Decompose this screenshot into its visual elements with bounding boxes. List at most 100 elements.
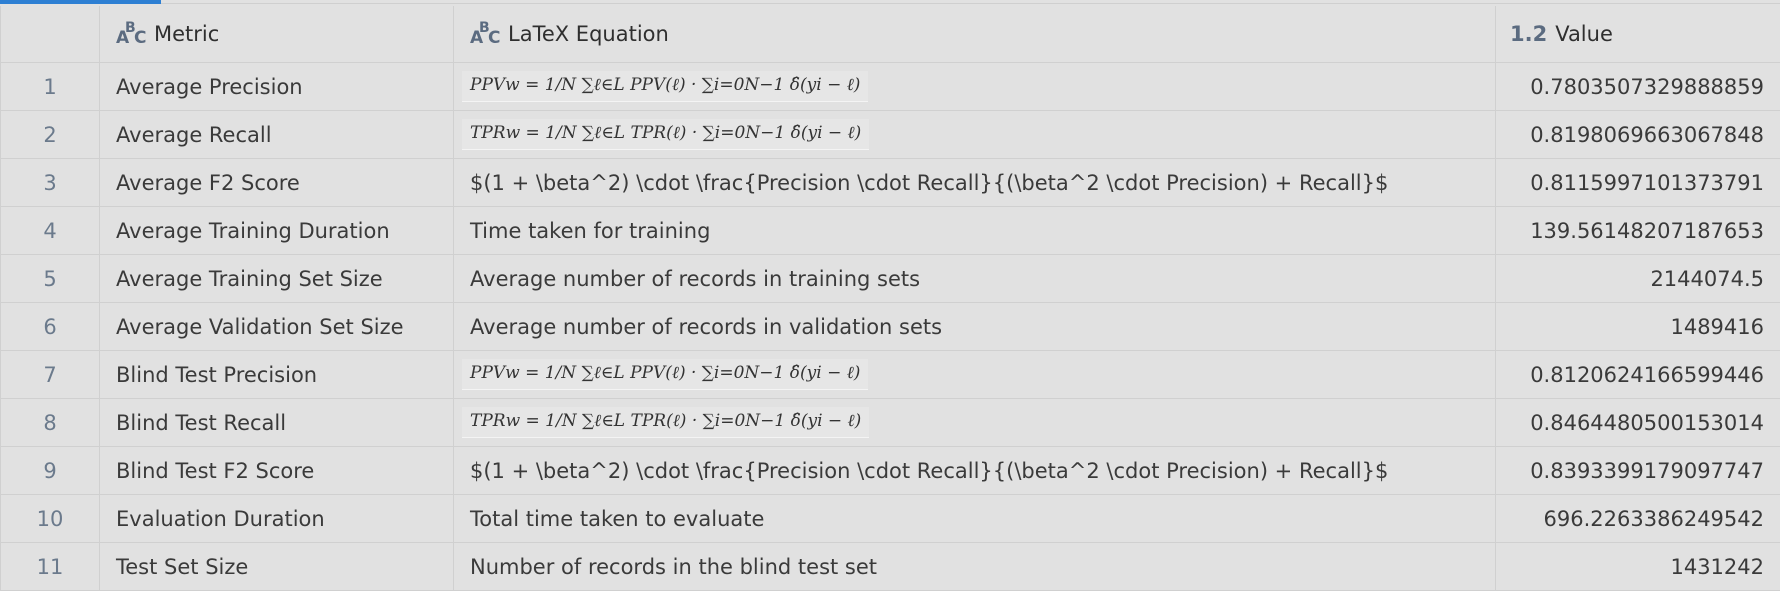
index-column-header[interactable] <box>0 6 100 62</box>
row-index-cell: 4 <box>0 207 100 254</box>
metric-cell[interactable]: Average Recall <box>100 111 454 158</box>
row-index: 11 <box>36 554 64 579</box>
value-cell[interactable]: 1431242 <box>1496 543 1780 590</box>
row-index: 6 <box>43 314 57 339</box>
metric-cell[interactable]: Evaluation Duration <box>100 495 454 542</box>
equation-formula: TPRw = 1/N ∑ℓ∈L TPR(ℓ) · ∑i=0N−1 δ̂(yi −… <box>462 407 870 438</box>
table-row[interactable]: 5 Average Training Set Size Average number… <box>0 255 1780 303</box>
metric-column-label: Metric <box>154 22 220 46</box>
value-text: 1489416 <box>1670 314 1764 339</box>
value-cell[interactable]: 0.8120624166599446 <box>1496 351 1780 398</box>
value-text: 0.7803507329888859 <box>1530 74 1764 99</box>
equation-cell[interactable]: Average number of records in validation … <box>454 303 1496 350</box>
equation-text: Total time taken to evaluate <box>470 506 765 531</box>
table-row[interactable]: 3 Average F2 Score $(1 + \beta^2) \cdot \f… <box>0 159 1780 207</box>
equation-cell[interactable]: TPRw = 1/N ∑ℓ∈L TPR(ℓ) · ∑i=0N−1 δ̂(yi −… <box>454 111 1496 158</box>
value-cell[interactable]: 696.2263386249542 <box>1496 495 1780 542</box>
equation-cell[interactable]: Number of records in the blind test set <box>454 543 1496 590</box>
equation-column-header[interactable]: ABC LaTeX Equation <box>454 6 1496 62</box>
table-row[interactable]: 9 Blind Test F2 Score $(1 + \beta^2) \cdot… <box>0 447 1780 495</box>
metric-cell[interactable]: Test Set Size <box>100 543 454 590</box>
equation-cell[interactable]: TPRw = 1/N ∑ℓ∈L TPR(ℓ) · ∑i=0N−1 δ̂(yi −… <box>454 399 1496 446</box>
value-cell[interactable]: 0.8464480500153014 <box>1496 399 1780 446</box>
equation-cell[interactable]: PPVw = 1/N ∑ℓ∈L PPV(ℓ) · ∑i=0N−1 δ̂(yi −… <box>454 351 1496 398</box>
equation-formula: PPVw = 1/N ∑ℓ∈L PPV(ℓ) · ∑i=0N−1 δ̂(yi −… <box>462 359 869 390</box>
value-cell[interactable]: 1489416 <box>1496 303 1780 350</box>
active-tab-indicator <box>0 0 161 4</box>
row-index-cell: 7 <box>0 351 100 398</box>
table-row[interactable]: 10 Evaluation Duration Total time taken to… <box>0 495 1780 543</box>
equation-text: Average number of records in training se… <box>470 266 921 291</box>
equation-cell[interactable]: Time taken for training <box>454 207 1496 254</box>
row-index-cell: 5 <box>0 255 100 302</box>
table-row[interactable]: 6 Average Validation Set Size Average numb… <box>0 303 1780 351</box>
row-index: 10 <box>36 506 64 531</box>
metric-cell[interactable]: Average Training Duration <box>100 207 454 254</box>
value-text: 0.8120624166599446 <box>1530 362 1764 387</box>
row-index-cell: 8 <box>0 399 100 446</box>
row-index-cell: 11 <box>0 543 100 590</box>
value-text: 139.56148207187653 <box>1530 218 1764 243</box>
value-cell[interactable]: 0.8115997101373791 <box>1496 159 1780 206</box>
equation-text: $(1 + \beta^2) \cdot \frac{Precision \cd… <box>470 170 1389 195</box>
equation-formula: TPRw = 1/N ∑ℓ∈L TPR(ℓ) · ∑i=0N−1 δ̂(yi −… <box>462 119 870 150</box>
row-index: 2 <box>43 122 57 147</box>
equation-text: Number of records in the blind test set <box>470 554 878 579</box>
equation-cell[interactable]: $(1 + \beta^2) \cdot \frac{Precision \cd… <box>454 159 1496 206</box>
metric-text: Test Set Size <box>116 554 249 579</box>
value-cell[interactable]: 0.8198069663067848 <box>1496 111 1780 158</box>
metric-text: Average Validation Set Size <box>116 314 404 339</box>
table-row[interactable]: 8 Blind Test Recall TPRw = 1/N ∑ℓ∈L TPR(ℓ)… <box>0 399 1780 447</box>
value-text: 696.2263386249542 <box>1543 506 1764 531</box>
table-body: 1 Average Precision PPVw = 1/N ∑ℓ∈L PPV(ℓ)… <box>0 63 1780 591</box>
metric-text: Blind Test F2 Score <box>116 458 315 483</box>
table-row[interactable]: 2 Average Recall TPRw = 1/N ∑ℓ∈L TPR(ℓ) · … <box>0 111 1780 159</box>
metric-text: Average Training Duration <box>116 218 390 243</box>
value-cell[interactable]: 0.8393399179097747 <box>1496 447 1780 494</box>
equation-text: $(1 + \beta^2) \cdot \frac{Precision \cd… <box>470 458 1389 483</box>
row-index-cell: 1 <box>0 63 100 110</box>
equation-text: Time taken for training <box>470 218 711 243</box>
table-row[interactable]: 1 Average Precision PPVw = 1/N ∑ℓ∈L PPV(ℓ)… <box>0 63 1780 111</box>
row-index: 1 <box>43 74 57 99</box>
row-index: 7 <box>43 362 57 387</box>
equation-cell[interactable]: Total time taken to evaluate <box>454 495 1496 542</box>
metric-cell[interactable]: Blind Test Recall <box>100 399 454 446</box>
top-divider <box>161 3 1780 4</box>
metric-column-header[interactable]: ABC Metric <box>100 6 454 62</box>
value-cell[interactable]: 0.7803507329888859 <box>1496 63 1780 110</box>
value-text: 2144074.5 <box>1650 266 1764 291</box>
equation-cell[interactable]: PPVw = 1/N ∑ℓ∈L PPV(ℓ) · ∑i=0N−1 δ̂(yi −… <box>454 63 1496 110</box>
equation-text: Average number of records in validation … <box>470 314 943 339</box>
metric-cell[interactable]: Blind Test Precision <box>100 351 454 398</box>
metric-text: Average F2 Score <box>116 170 300 195</box>
table-row[interactable]: 11 Test Set Size Number of records in the … <box>0 543 1780 591</box>
numeric-type-icon: 1.2 <box>1510 22 1548 46</box>
value-text: 0.8115997101373791 <box>1530 170 1764 195</box>
equation-formula: PPVw = 1/N ∑ℓ∈L PPV(ℓ) · ∑i=0N−1 δ̂(yi −… <box>462 71 869 102</box>
table-row[interactable]: 4 Average Training Duration Time taken for… <box>0 207 1780 255</box>
row-index-cell: 9 <box>0 447 100 494</box>
value-text: 0.8198069663067848 <box>1530 122 1764 147</box>
metric-cell[interactable]: Blind Test F2 Score <box>100 447 454 494</box>
metric-cell[interactable]: Average Training Set Size <box>100 255 454 302</box>
value-text: 0.8393399179097747 <box>1530 458 1764 483</box>
table-row[interactable]: 7 Blind Test Precision PPVw = 1/N ∑ℓ∈L PPV… <box>0 351 1780 399</box>
row-index-cell: 3 <box>0 159 100 206</box>
metric-cell[interactable]: Average Precision <box>100 63 454 110</box>
value-cell[interactable]: 139.56148207187653 <box>1496 207 1780 254</box>
row-index-cell: 6 <box>0 303 100 350</box>
metric-cell[interactable]: Average Validation Set Size <box>100 303 454 350</box>
text-type-icon: ABC <box>116 20 147 48</box>
row-index: 4 <box>43 218 57 243</box>
metric-text: Blind Test Recall <box>116 410 287 435</box>
text-type-icon: ABC <box>470 20 501 48</box>
row-index: 8 <box>43 410 57 435</box>
value-cell[interactable]: 2144074.5 <box>1496 255 1780 302</box>
metric-cell[interactable]: Average F2 Score <box>100 159 454 206</box>
data-table: ABC Metric ABC LaTeX Equation 1.2 Value … <box>0 6 1780 591</box>
value-column-header[interactable]: 1.2 Value <box>1496 6 1780 62</box>
row-index: 9 <box>43 458 57 483</box>
equation-cell[interactable]: $(1 + \beta^2) \cdot \frac{Precision \cd… <box>454 447 1496 494</box>
equation-cell[interactable]: Average number of records in training se… <box>454 255 1496 302</box>
